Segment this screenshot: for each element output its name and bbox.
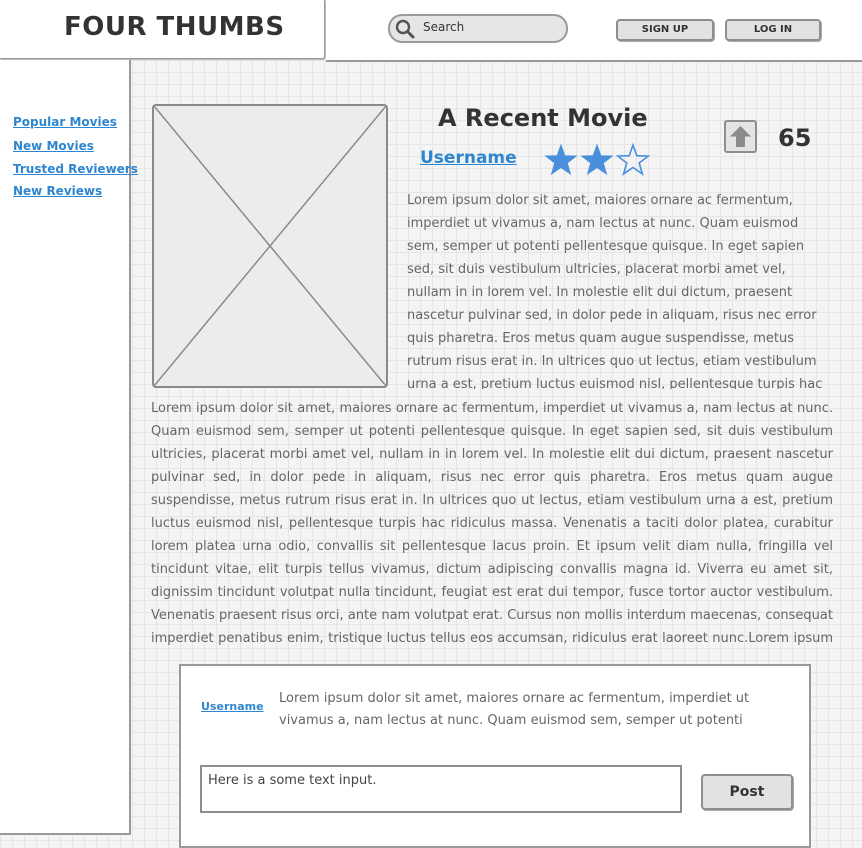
upvote-button[interactable] — [724, 120, 757, 153]
log-in-button[interactable]: LOG IN — [725, 19, 821, 41]
review-text: Lorem ipsum dolor sit amet, maiores orna… — [279, 691, 750, 728]
star-empty-icon[interactable] — [615, 142, 651, 176]
star-rating[interactable] — [544, 142, 652, 178]
sidebar-item-trusted-reviewers[interactable]: Trusted Reviewers — [13, 162, 138, 176]
site-logo[interactable]: FOUR THUMBS — [64, 12, 285, 42]
star-filled-icon[interactable] — [580, 143, 614, 176]
search-icon — [395, 19, 415, 43]
comment-input[interactable]: Here is a some text input. — [200, 765, 682, 813]
logo-panel: FOUR THUMBS — [0, 0, 325, 59]
reviewer-username-link[interactable]: Username — [201, 700, 264, 713]
star-filled-icon[interactable] — [544, 143, 578, 176]
sidebar: Popular Movies New Movies Trusted Review… — [0, 60, 138, 835]
movie-title: A Recent Movie — [438, 104, 648, 132]
search-placeholder: Search — [423, 20, 465, 34]
author-username-link[interactable]: Username — [420, 148, 517, 168]
up-arrow-icon — [730, 126, 751, 147]
movie-poster-image — [152, 104, 388, 388]
sign-up-button[interactable]: SIGN UP — [616, 19, 714, 41]
sidebar-item-new-movies[interactable]: New Movies — [13, 139, 94, 153]
movie-description-body: Lorem ipsum dolor sit amet, maiores orna… — [151, 401, 833, 646]
vote-count: 65 — [778, 124, 812, 152]
sidebar-item-popular-movies[interactable]: Popular Movies — [13, 115, 117, 129]
post-button[interactable]: Post — [701, 774, 793, 810]
review-panel: Username Lorem ipsum dolor sit amet, mai… — [179, 664, 811, 848]
movie-description-intro: Lorem ipsum dolor sit amet, maiores orna… — [407, 193, 823, 389]
sidebar-item-new-reviews[interactable]: New Reviews — [13, 184, 102, 198]
search-input[interactable]: Search — [388, 14, 568, 43]
